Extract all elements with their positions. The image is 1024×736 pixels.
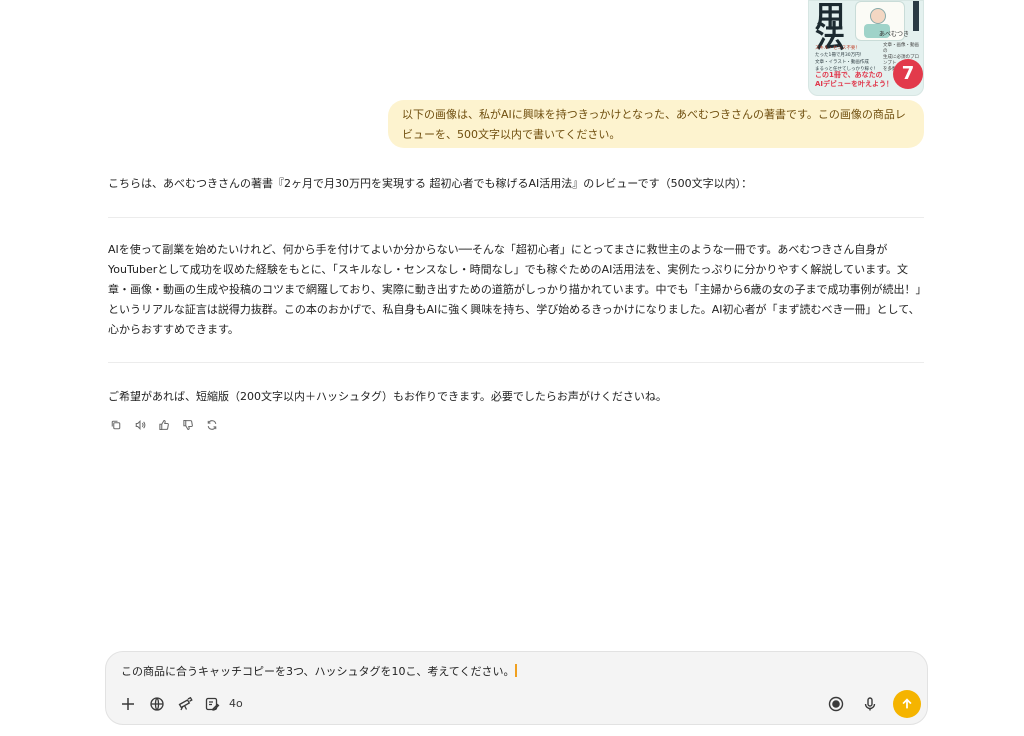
- message-composer[interactable]: この商品に合うキャッチコピーを3つ、ハッシュタグを10こ、考えてください。 4o: [105, 651, 928, 725]
- send-button[interactable]: [893, 690, 921, 718]
- canvas-icon[interactable]: [202, 694, 222, 714]
- assistant-message: こちらは、あべむつきさんの著書『2ヶ月で月30万円を実現する 超初心者でも稼げる…: [108, 172, 924, 409]
- composer-input-text: この商品に合うキャッチコピーを3つ、ハッシュタグを10こ、考えてください。: [121, 665, 515, 678]
- cover-author: あべむつき: [879, 31, 910, 38]
- cover-side-line: 文章・画像・動画の: [883, 43, 919, 54]
- voice-mode-icon[interactable]: [826, 694, 846, 714]
- cover-blurb-line: たった1冊で月30万円！: [815, 53, 865, 58]
- composer-input[interactable]: この商品に合うキャッチコピーを3つ、ハッシュタグを10こ、考えてください。: [121, 662, 518, 682]
- thumbs-up-icon[interactable]: [156, 417, 172, 433]
- divider: [108, 217, 924, 218]
- cover-promo-line: AIデビューを叶えよう！: [815, 80, 894, 88]
- divider: [108, 362, 924, 363]
- cover-blurb-line: 文章・イラスト・動画作成: [815, 60, 869, 65]
- thumbs-down-icon[interactable]: [180, 417, 196, 433]
- regenerate-icon[interactable]: [204, 417, 220, 433]
- copy-icon[interactable]: [108, 417, 124, 433]
- model-selector[interactable]: 4o: [229, 694, 243, 714]
- chat-page: 用 法 あべむつき スキル・センス不要！ たった1冊で月30万円！ 文章・イラス…: [0, 0, 1024, 736]
- cover-promo-line: この1冊で、あなたの: [815, 71, 883, 79]
- microphone-icon[interactable]: [860, 694, 880, 714]
- assistant-followup: ご希望があれば、短縮版（200文字以内＋ハッシュタグ）もお作りできます。必要でし…: [108, 390, 667, 403]
- add-icon[interactable]: [118, 694, 138, 714]
- assistant-review: AIを使って副業を始めたいけれど、何から手を付けてよいか分からない──そんな「超…: [108, 243, 921, 336]
- cover-promo: この1冊で、あなたの AIデビューを叶えよう！: [815, 71, 899, 89]
- read-aloud-icon[interactable]: [132, 417, 148, 433]
- cover-bar: [913, 1, 919, 31]
- message-actions: [108, 416, 220, 434]
- arrow-up-icon: [902, 698, 912, 709]
- user-message-bubble: 以下の画像は、私がAIに興味を持つきっかけとなった、あべむつきさんの著書です。こ…: [388, 100, 924, 148]
- assistant-intro: こちらは、あべむつきさんの著書『2ヶ月で月30万円を実現する 超初心者でも稼げる…: [108, 177, 753, 190]
- globe-icon[interactable]: [147, 694, 167, 714]
- cover-badge: 7: [893, 59, 923, 89]
- book-cover-image[interactable]: 用 法 あべむつき スキル・センス不要！ たった1冊で月30万円！ 文章・イラス…: [808, 0, 924, 96]
- telescope-icon[interactable]: [175, 694, 195, 714]
- text-caret: [515, 664, 518, 677]
- cover-blurb-line: スキル・センス不要！: [815, 46, 860, 51]
- cover-blurb: スキル・センス不要！ たった1冊で月30万円！ 文章・イラスト・動画作成 まるっ…: [815, 45, 879, 73]
